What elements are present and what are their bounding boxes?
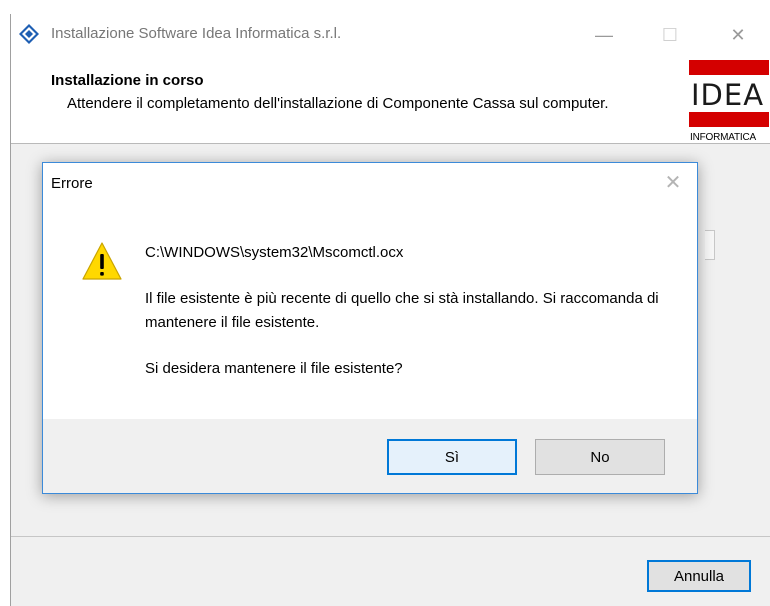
dialog-message-area: C:\WINDOWS\system32\Mscomctl.ocx Il file… [145,241,675,381]
cancel-button[interactable]: Annulla [647,560,751,592]
warning-icon [82,242,122,280]
logo-red-bar-top [689,60,769,75]
file-path-text: C:\WINDOWS\system32\Mscomctl.ocx [145,244,404,261]
maximize-button[interactable]: ☐ [647,14,693,56]
dialog-question: Si desidera mantenere il file esistente? [145,360,403,377]
dialog-button-bar: Sì No [43,419,697,493]
minimize-button[interactable]: — [581,14,627,56]
dialog-title: Errore [51,175,93,192]
close-button[interactable]: ✕ [715,14,761,56]
logo-red-bar-bottom [689,112,769,127]
no-button[interactable]: No [535,439,665,475]
header-subtitle: Attendere il completamento dell'installa… [67,95,609,112]
window-title: Installazione Software Idea Informatica … [51,25,342,42]
error-dialog: Errore ✕ C:\WINDOWS\system32\Mscomctl.oc… [42,162,698,494]
installer-header: Installazione in corso Attendere il comp… [11,56,770,144]
idea-informatica-logo: IDEA INFORMATICA [689,60,770,144]
background-field-edge [705,230,715,260]
title-bar[interactable]: Installazione Software Idea Informatica … [11,14,770,56]
header-title: Installazione in corso [51,72,204,89]
footer-divider [11,536,770,537]
logo-idea-text: IDEA [691,78,765,112]
yes-button[interactable]: Sì [387,439,517,475]
dialog-close-button[interactable]: ✕ [661,169,685,195]
installer-app-icon [19,24,39,44]
dialog-message: Il file esistente è più recente di quell… [145,290,659,331]
logo-informatica-text: INFORMATICA [690,132,756,143]
